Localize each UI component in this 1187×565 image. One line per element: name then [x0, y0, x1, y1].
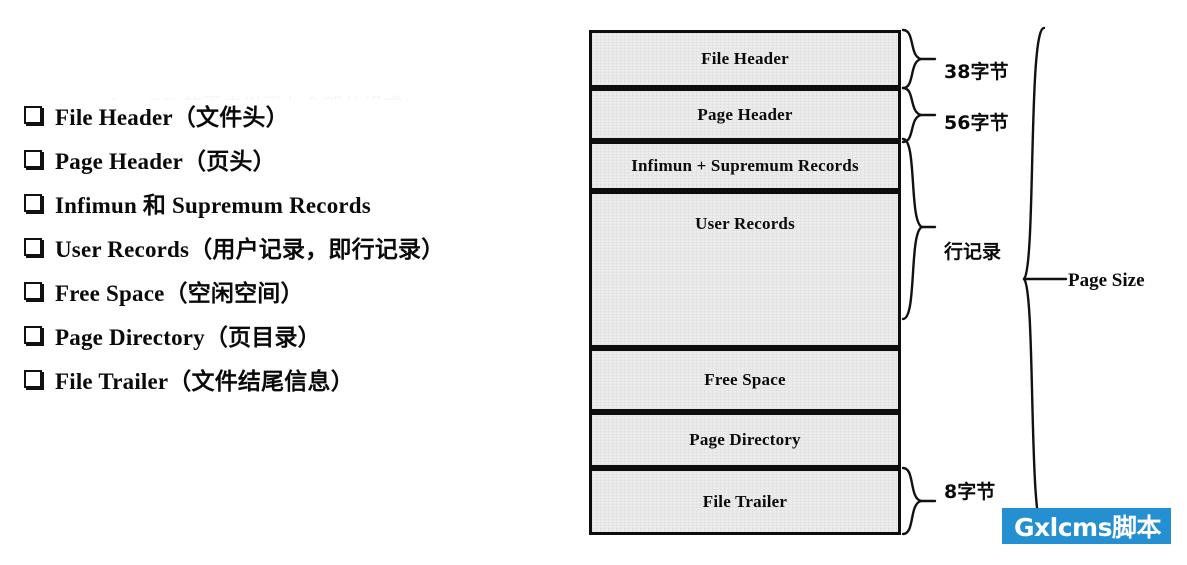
brace-row-records: [901, 137, 937, 321]
segment-label: File Trailer: [702, 491, 788, 511]
diagram-segment-file-trailer: File Trailer: [589, 468, 901, 535]
list-item: File Header（文件头）: [24, 96, 544, 140]
list-item-label: Page Header（页头）: [55, 149, 276, 174]
annotation-page-header-size: 56字节: [944, 112, 1009, 134]
diagram-segment-infimum-supremum: Infimun + Supremum Records: [589, 141, 901, 191]
innodb-page-structure-diagram: File Header Page Header Infimun + Suprem…: [589, 30, 901, 535]
brace-file-trailer: [901, 466, 937, 536]
square-bullet-icon: [24, 282, 42, 300]
list-item-label: Infimun 和 Supremum Records: [55, 193, 371, 218]
square-bullet-icon: [24, 370, 42, 388]
square-bullet-icon: [24, 194, 42, 212]
list-item-label: User Records（用户记录，即行记录）: [55, 237, 445, 262]
square-bullet-icon: [24, 106, 42, 124]
annotation-page-size: Page Size: [1068, 270, 1145, 291]
list-item-label: Page Directory（页目录）: [55, 325, 321, 350]
segment-label: User Records: [695, 214, 795, 233]
list-item: Page Directory（页目录）: [24, 316, 544, 360]
list-item: Free Space（空闲空间）: [24, 272, 544, 316]
list-item: Infimun 和 Supremum Records: [24, 184, 544, 228]
faded-cropped-heading: InnoDB 的页由以下七个部分组成：: [110, 90, 510, 100]
page-components-list: InnoDB 的页由以下七个部分组成： File Header（文件头） Pag…: [24, 95, 544, 404]
segment-label: Page Header: [697, 104, 793, 124]
diagram-segment-free-space: Free Space: [589, 348, 901, 412]
segment-label: File Header: [701, 49, 789, 68]
brace-page-size: [1022, 26, 1068, 534]
list-item-label: File Header（文件头）: [55, 105, 289, 130]
square-bullet-icon: [24, 326, 42, 344]
list-item-label: File Trailer（文件结尾信息）: [55, 369, 354, 394]
diagram-segment-user-records: User Records: [589, 191, 901, 348]
annotation-file-trailer-size: 8字节: [944, 481, 996, 503]
square-bullet-icon: [24, 238, 42, 256]
diagram-segment-file-header: File Header: [589, 30, 901, 88]
list-item: File Trailer（文件结尾信息）: [24, 360, 544, 404]
diagram-segment-page-header: Page Header: [589, 88, 901, 141]
list-item-label: Free Space（空闲空间）: [55, 281, 304, 306]
annotation-file-header-size: 38字节: [944, 61, 1009, 83]
segment-label: Free Space: [704, 370, 786, 389]
square-bullet-icon: [24, 150, 42, 168]
list-item: User Records（用户记录，即行记录）: [24, 228, 544, 272]
segment-label: Infimun + Supremum Records: [631, 156, 859, 175]
segment-label: Page Directory: [689, 430, 801, 449]
brace-file-header: [901, 28, 937, 90]
list-item: Page Header（页头）: [24, 140, 544, 184]
watermark-label: Gxlcms脚本: [1014, 513, 1161, 542]
diagram-segment-page-directory: Page Directory: [589, 412, 901, 468]
annotation-row-records: 行记录: [944, 241, 1002, 263]
watermark-badge: Gxlcms脚本: [1002, 508, 1171, 544]
